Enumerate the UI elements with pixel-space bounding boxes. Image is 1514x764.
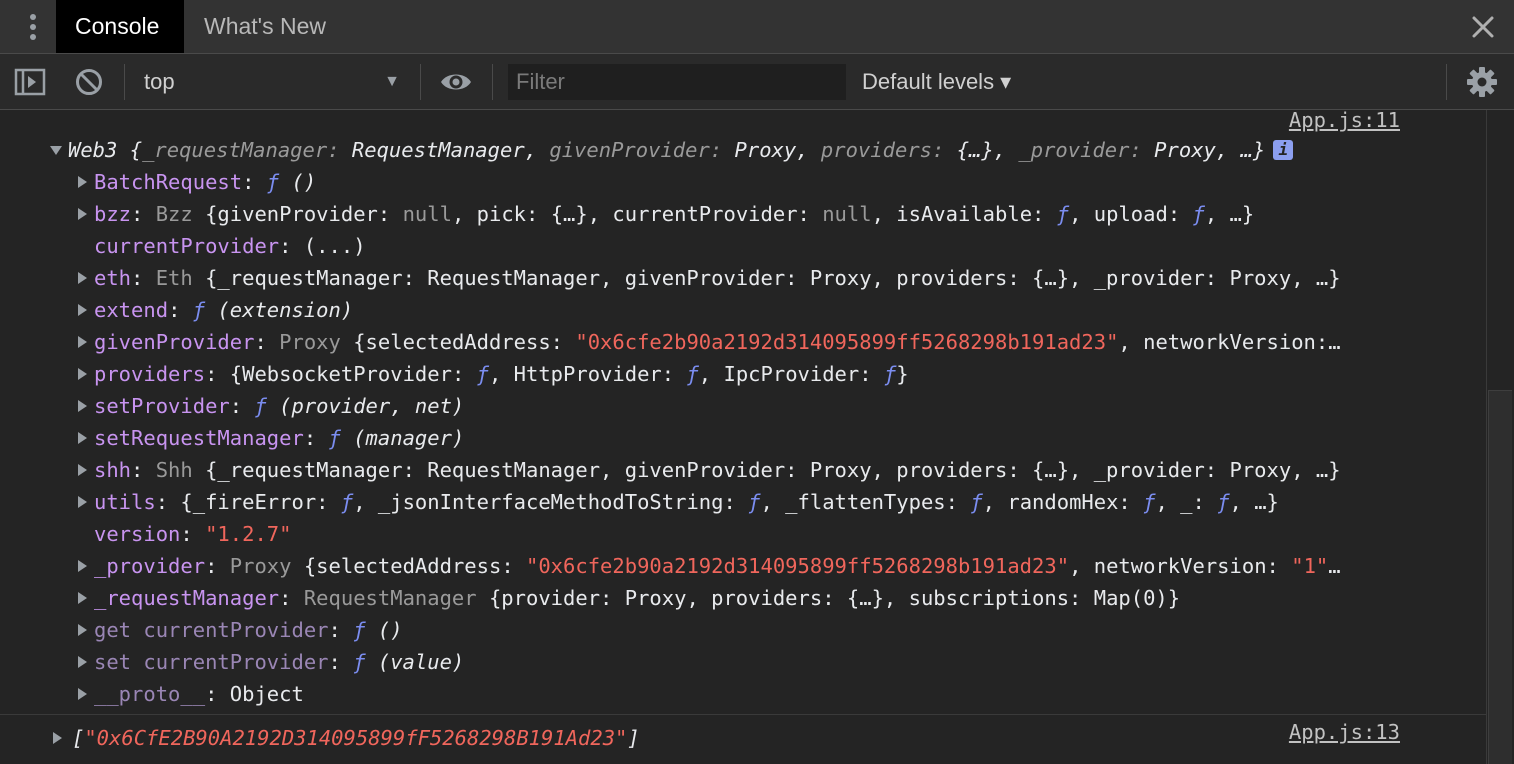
property-row[interactable]: givenProvider: Proxy {selectedAddress: "…	[94, 326, 1341, 358]
property-key: _provider	[94, 554, 206, 578]
property-key: givenProvider	[94, 330, 255, 354]
expand-triangle-icon[interactable]	[78, 432, 87, 444]
property-value: Proxy {selectedAddress: "0x6cfe2b90a2192…	[279, 330, 1341, 354]
expand-triangle-icon[interactable]	[78, 208, 87, 220]
property-value: RequestManager {provider: Proxy, provide…	[303, 586, 1181, 610]
property-value: "1.2.7"	[205, 522, 292, 546]
property-row[interactable]: setProvider: ƒ (provider, net)	[94, 390, 464, 422]
property-key: eth	[94, 266, 132, 290]
property-value: Shh {_requestManager: RequestManager, gi…	[155, 458, 1341, 482]
property-row[interactable]: currentProvider: (...)	[94, 230, 366, 262]
expand-triangle-icon[interactable]	[78, 688, 87, 700]
property-value: ƒ ()	[266, 170, 317, 194]
property-key: version	[94, 522, 181, 546]
property-key: BatchRequest	[94, 170, 243, 194]
settings-gear-icon[interactable]	[1466, 66, 1498, 98]
property-value: ƒ (manager)	[328, 426, 465, 450]
log-levels-dropdown[interactable]: Default levels ▾	[862, 66, 1011, 98]
console-toolbar: top ▼ Default levels ▾	[0, 54, 1514, 110]
expand-triangle-icon[interactable]	[78, 464, 87, 476]
console-output: App.js:11 Web3 {_requestManager: RequestM…	[0, 108, 1486, 764]
show-sidebar-icon[interactable]	[14, 66, 46, 98]
source-link[interactable]: App.js:13	[1289, 720, 1400, 744]
property-row[interactable]: shh: Shh {_requestManager: RequestManage…	[94, 454, 1341, 486]
array-output[interactable]: ["0x6CfE2B90A2192D314095899fF5268298B191…	[72, 722, 640, 754]
clear-console-icon[interactable]	[73, 66, 105, 98]
property-key: __proto__	[94, 682, 206, 706]
property-row[interactable]: __proto__: Object	[94, 678, 304, 710]
expand-triangle-icon[interactable]	[78, 368, 87, 380]
property-key: get currentProvider	[94, 618, 329, 642]
property-key: setRequestManager	[94, 426, 304, 450]
expand-triangle-icon[interactable]	[78, 560, 87, 572]
chevron-down-icon: ▼	[384, 73, 400, 90]
property-row[interactable]: get currentProvider: ƒ ()	[94, 614, 403, 646]
more-tabs-icon[interactable]	[20, 12, 46, 42]
expand-triangle-icon[interactable]	[78, 496, 87, 508]
property-value: Proxy {selectedAddress: "0x6cfe2b90a2192…	[229, 554, 1341, 578]
live-expression-eye-icon[interactable]	[440, 66, 472, 98]
property-value: (...)	[303, 234, 366, 258]
filter-input[interactable]	[508, 64, 846, 100]
property-value: ƒ (extension)	[192, 298, 354, 322]
expand-triangle-icon[interactable]	[78, 336, 87, 348]
property-value: ƒ (value)	[353, 650, 465, 674]
property-row[interactable]: set currentProvider: ƒ (value)	[94, 646, 464, 678]
property-key: currentProvider	[94, 234, 280, 258]
expand-triangle-icon[interactable]	[78, 624, 87, 636]
expand-triangle-icon[interactable]	[78, 656, 87, 668]
close-icon[interactable]	[1468, 12, 1498, 42]
tab-bar: Console What's New	[0, 0, 1514, 54]
expand-triangle-icon[interactable]	[78, 304, 87, 316]
expand-triangle-icon[interactable]	[78, 400, 87, 412]
property-value: {WebsocketProvider: ƒ, HttpProvider: ƒ, …	[229, 362, 909, 386]
info-icon: i	[1273, 140, 1294, 160]
collapse-triangle-icon[interactable]	[50, 146, 62, 155]
context-label: top	[144, 69, 175, 94]
scrollbar-thumb[interactable]	[1488, 390, 1512, 764]
expand-triangle-icon[interactable]	[53, 732, 62, 744]
expand-triangle-icon[interactable]	[78, 592, 87, 604]
property-row[interactable]: _requestManager: RequestManager {provide…	[94, 582, 1180, 614]
property-value: Object	[229, 682, 304, 706]
context-selector[interactable]: top ▼	[144, 66, 404, 98]
property-row[interactable]: BatchRequest: ƒ ()	[94, 166, 316, 198]
expand-triangle-icon[interactable]	[78, 272, 87, 284]
property-key: shh	[94, 458, 132, 482]
property-row[interactable]: bzz: Bzz {givenProvider: null, pick: {…}…	[94, 198, 1254, 230]
property-row[interactable]: _provider: Proxy {selectedAddress: "0x6c…	[94, 550, 1341, 582]
property-key: _requestManager	[94, 586, 280, 610]
property-row[interactable]: version: "1.2.7"	[94, 518, 292, 550]
property-row[interactable]: utils: {_fireError: ƒ, _jsonInterfaceMet…	[94, 486, 1279, 518]
object-summary[interactable]: Web3 {_requestManager: RequestManager, g…	[68, 134, 1294, 166]
property-value: Eth {_requestManager: RequestManager, gi…	[155, 266, 1341, 290]
property-row[interactable]: eth: Eth {_requestManager: RequestManage…	[94, 262, 1341, 294]
property-key: extend	[94, 298, 169, 322]
tab-console[interactable]: Console	[56, 0, 184, 53]
tab-whats-new[interactable]: What's New	[184, 0, 346, 53]
property-value: ƒ ()	[353, 618, 403, 642]
property-row[interactable]: extend: ƒ (extension)	[94, 294, 353, 326]
property-key: utils	[94, 490, 156, 514]
property-value: ƒ (provider, net)	[254, 394, 465, 418]
property-row[interactable]: providers: {WebsocketProvider: ƒ, HttpPr…	[94, 358, 909, 390]
expand-triangle-icon[interactable]	[78, 176, 87, 188]
property-key: setProvider	[94, 394, 230, 418]
property-value: {_fireError: ƒ, _jsonInterfaceMethodToSt…	[180, 490, 1279, 514]
property-key: set currentProvider	[94, 650, 329, 674]
property-value: Bzz {givenProvider: null, pick: {…}, cur…	[155, 202, 1255, 226]
source-link[interactable]: App.js:11	[1289, 108, 1400, 132]
property-key: bzz	[94, 202, 132, 226]
property-row[interactable]: setRequestManager: ƒ (manager)	[94, 422, 464, 454]
property-key: providers	[94, 362, 206, 386]
